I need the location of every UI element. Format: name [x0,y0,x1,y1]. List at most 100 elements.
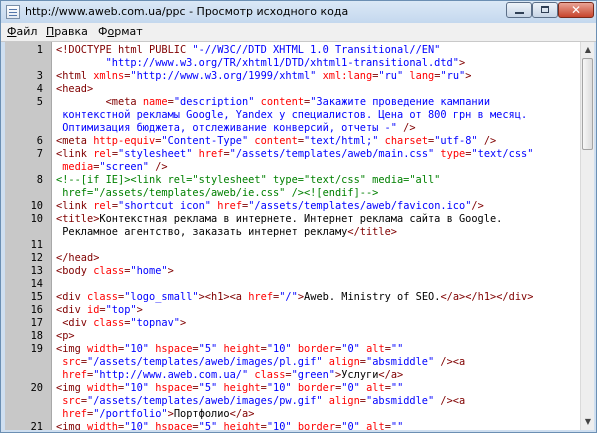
code-token: </head> [56,252,100,264]
code-token: "description" [173,96,255,108]
code-token: xmlns [93,70,125,82]
code-token: "screen" [99,161,150,173]
code-token: <link [56,200,94,212]
scrollbar-thumb[interactable] [582,58,593,150]
source-code-area[interactable]: <!DOCTYPE html PUBLIC "-//W3C//DTD XHTML… [56,42,576,430]
source-line: <img width="10" hspace="5" height="10" b… [56,421,403,430]
code-token: <title> [56,213,100,225]
code-token: "text/html;" [304,135,379,147]
source-line: <head> [56,83,93,96]
code-token: height [223,382,261,394]
code-token: alt [366,421,385,430]
line-number: 19 [30,343,43,355]
code-token: content [254,135,298,147]
code-token: height [223,343,261,355]
code-token: rel [93,200,112,212]
code-token: "ru" [440,70,466,82]
scroll-down-arrow-icon[interactable]: ▼ [582,415,594,429]
code-token: id [87,304,100,316]
line-number: 11 [30,239,43,251]
code-token: "utf-8" [434,135,478,147]
vertical-scrollbar[interactable]: ▲ ▼ [580,42,594,430]
code-token: "0" [341,343,360,355]
code-token: <body [56,265,94,277]
scroll-up-arrow-icon[interactable]: ▲ [582,43,594,57]
code-token: href [248,291,274,303]
code-token: class [93,265,125,277]
code-token: <html [56,70,94,82]
title-bar[interactable]: http://www.aweb.com.ua/ppc - Просмотр ис… [1,1,596,23]
code-token: rel [93,148,112,160]
line-number: 4 [36,83,43,95]
code-token: media [62,161,94,173]
maximize-button[interactable] [532,2,558,18]
code-token: "/assets/templates/aweb/favicon.ico" [248,200,472,212]
code-token: hspace [155,343,193,355]
code-token: "Content-Type" [161,135,249,147]
minimize-button[interactable] [506,2,532,18]
code-token: "http://www.w3.org/1999/xhtml" [130,70,317,82]
code-token: width [87,421,118,430]
code-token: <!--[if IE]><link rel="stylesheet" type=… [56,174,441,186]
menu-format[interactable]: Формат [98,25,143,38]
code-token: /> [149,161,168,173]
window-title: http://www.aweb.com.ua/ppc - Просмотр ис… [25,5,349,18]
code-token: "Закажите проведение кампании [310,96,491,108]
menu-file[interactable]: Файл [7,25,37,38]
code-token: > [180,317,187,329]
code-token: <!DOCTYPE html PUBLIC [56,44,193,56]
code-token: "5" [198,421,218,430]
code-token: "http://www.w3.org/TR/xhtml1/DTD/xhtml1-… [56,57,459,69]
code-token: Услуги [341,369,379,381]
code-token: <div [56,304,87,316]
code-token: href [62,369,88,381]
code-token: </a> [229,408,255,420]
source-line: </head> [56,252,99,265]
code-token: <div [56,291,87,303]
code-token: href [62,408,88,420]
maximize-icon [541,6,549,13]
code-token: "0" [341,421,360,430]
code-token: Aweb. Ministry of SEO. [304,291,441,303]
menu-bar: Файл Правка Формат [1,23,596,42]
code-token: <link [56,148,94,160]
source-code-view[interactable]: 1 3 4 5 6 7 8 10 10 11 12 13 14 15 16 17 18 19 20 21 <!DOCT… [5,42,594,430]
source-line: Оптимизация бюджета, отслеживание конвер… [56,122,416,135]
menu-edit[interactable]: Правка [46,25,88,38]
source-line: src="/assets/templates/aweb/images/pl.gi… [56,356,465,369]
line-number: 18 [30,330,43,342]
code-token: "absmiddle" [366,395,435,407]
code-token: width [87,343,118,355]
source-line: "http://www.w3.org/TR/xhtml1/DTD/xhtml1-… [56,57,466,70]
code-token: "shortcut icon" [118,200,212,212]
source-line: src="/assets/templates/aweb/images/pw.gi… [56,395,465,408]
code-token: "stylesheet" [118,148,193,160]
code-token: lang [409,70,435,82]
source-line: <title>Контекстная реклама в интернете. … [56,213,502,226]
source-line: <meta name="description" content="Закажи… [56,96,490,109]
code-token: href [198,148,224,160]
code-token: "http://www.aweb.com.ua/" [93,369,249,381]
code-token: "" [390,343,404,355]
code-token: Оптимизация бюджета, отслеживание конвер… [56,122,397,134]
code-token: <meta [105,96,143,108]
close-button[interactable]: ✕ [558,2,594,18]
code-token: <img [56,382,87,394]
code-token: "/assets/templates/aweb/images/pl.gif" [87,356,323,368]
code-token: "topnav" [130,317,181,329]
code-token: width [87,382,118,394]
code-token: "/assets/templates/aweb/images/pw.gif" [87,395,323,407]
code-token: контекстной рекламы Google, Yandex у спе… [56,109,528,121]
code-token: align [328,395,360,407]
code-token: "/assets/templates/aweb/main.css" [229,148,435,160]
code-token: /><a [434,395,466,407]
code-token: "10" [124,382,150,394]
code-token: <div [56,317,94,329]
code-token: /> [396,122,416,134]
code-token: border [297,343,336,355]
code-token: <p> [56,330,75,342]
source-line: <!--[if IE]><link rel="stylesheet" type=… [56,174,440,187]
code-token: http-equiv [93,135,156,147]
code-token: "green" [291,369,336,381]
source-line: href="/portfolio">Портфолио</a> [56,408,254,421]
